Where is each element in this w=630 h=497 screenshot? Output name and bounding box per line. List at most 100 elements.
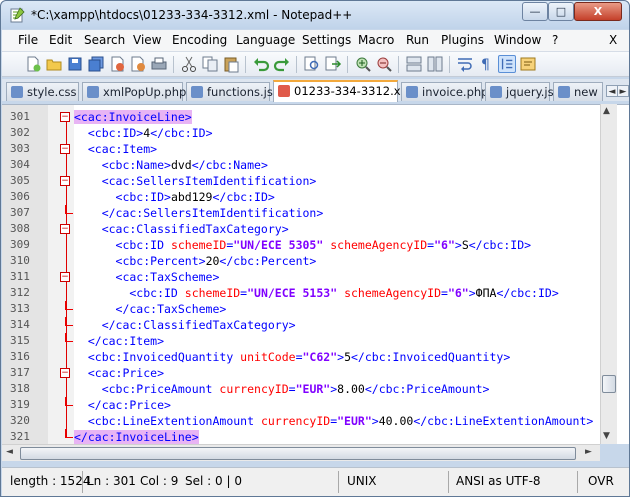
replace-icon[interactable]: [324, 55, 342, 73]
code-text: <cac:Price>: [74, 365, 164, 381]
tab-01233-334-3312-xml[interactable]: 01233-334-3312.xml: [273, 80, 415, 102]
menu-language[interactable]: Language: [236, 33, 295, 47]
scroll-right-arrow[interactable]: ►: [585, 447, 592, 457]
code-line[interactable]: 313 </cac:TaxScheme>: [2, 301, 602, 317]
code-line[interactable]: 309 <cbc:ID schemeID="UN/ECE 5305" schem…: [2, 237, 602, 253]
code-line[interactable]: 320 <cbc:LineExtentionAmount currencyID=…: [2, 413, 602, 429]
status-selection: Sel : 0 | 0: [185, 474, 242, 488]
menu-file[interactable]: File: [18, 33, 38, 47]
tab-jquery-js[interactable]: jquery.js: [485, 82, 554, 101]
code-line[interactable]: 303 − <cac:Item>: [2, 141, 602, 157]
menu-settings[interactable]: Settings: [302, 33, 351, 47]
indent-guide-icon[interactable]: [498, 55, 516, 73]
fold-collapse-icon[interactable]: −: [60, 368, 70, 378]
code-editor[interactable]: 301− <cac:InvoiceLine> 302 <cbc:ID>4</cbc:…: [2, 104, 629, 445]
scroll-left-arrow[interactable]: ◄: [6, 447, 13, 457]
paste-icon[interactable]: [222, 55, 240, 73]
fold-collapse-icon[interactable]: −: [60, 112, 70, 122]
horizontal-scrollbar[interactable]: ◄ ►: [2, 444, 600, 461]
save-all-icon[interactable]: [87, 55, 105, 73]
menu-help[interactable]: ?: [552, 33, 558, 47]
find-icon[interactable]: [303, 55, 321, 73]
status-line: Ln : 301: [87, 474, 136, 488]
open-icon[interactable]: [45, 55, 63, 73]
word-wrap-icon[interactable]: [456, 55, 474, 73]
redo-icon[interactable]: [273, 55, 291, 73]
menu-macro[interactable]: Macro: [358, 33, 394, 47]
cut-icon[interactable]: [180, 55, 198, 73]
code-line[interactable]: 304 <cbc:Name>dvd</cbc:Name>: [2, 157, 602, 173]
menu-run[interactable]: Run: [406, 33, 429, 47]
code-text: <cac:TaxScheme>: [74, 269, 220, 285]
menu-edit[interactable]: Edit: [49, 33, 72, 47]
minimize-button[interactable]: —: [522, 2, 548, 21]
code-line[interactable]: 308 − <cac:ClassifiedTaxCategory>: [2, 221, 602, 237]
code-line[interactable]: 318 <cbc:PriceAmount currencyID="EUR">8.…: [2, 381, 602, 397]
tab-functions-js[interactable]: functions.js: [186, 82, 273, 101]
menu-plugins[interactable]: Plugins: [441, 33, 484, 47]
close-window-button[interactable]: X: [574, 2, 622, 21]
menu-window[interactable]: Window: [494, 33, 541, 47]
status-column: Col : 9: [140, 474, 179, 488]
zoom-in-icon[interactable]: [354, 55, 372, 73]
code-line[interactable]: 311 − <cac:TaxScheme>: [2, 269, 602, 285]
fold-collapse-icon[interactable]: −: [60, 144, 70, 154]
menu-encoding[interactable]: Encoding: [172, 33, 227, 47]
code-line[interactable]: 317 − <cac:Price>: [2, 365, 602, 381]
vertical-scrollbar[interactable]: ▲ ▼: [600, 104, 617, 444]
code-line[interactable]: 306 <cbc:ID>abd129</cbc:ID>: [2, 189, 602, 205]
code-token: </cac:ClassifiedTaxCategory>: [74, 318, 296, 332]
close-all-icon[interactable]: [129, 55, 147, 73]
code-line[interactable]: 316 <cbc:InvoicedQuantity unitCode="C62"…: [2, 349, 602, 365]
doc-map-icon[interactable]: [519, 55, 537, 73]
tab-scroll-right-button[interactable]: ►: [617, 85, 629, 97]
status-insert-mode[interactable]: OVR: [588, 474, 614, 488]
code-line[interactable]: 315 </cac:Item>: [2, 333, 602, 349]
save-icon[interactable]: [66, 55, 84, 73]
menu-search[interactable]: Search: [84, 33, 125, 47]
new-icon[interactable]: [24, 55, 42, 73]
code-token: abd129: [170, 190, 213, 204]
code-line[interactable]: 301 − <cac:InvoiceLine>: [2, 109, 602, 125]
code-token: "UN/ECE 5153": [247, 286, 338, 300]
code-token: dvd: [170, 158, 192, 172]
line-number: 312: [10, 286, 30, 299]
horizontal-scroll-thumb[interactable]: [20, 447, 576, 460]
tab-xmlpopup-php[interactable]: xmlPopUp.php: [82, 82, 186, 101]
code-line[interactable]: 312 <cbc:ID schemeID = "UN/ECE 5153" schem…: [2, 285, 602, 301]
code-line[interactable]: 305 − <cac:SellersItemIdentification>: [2, 173, 602, 189]
title-bar[interactable]: *C:\xampp\htdocs\01233-334-3312.xml - No…: [1, 1, 629, 29]
sync-vertical-icon[interactable]: [405, 55, 423, 73]
status-eol[interactable]: UNIX: [347, 474, 377, 488]
fold-collapse-icon[interactable]: −: [60, 272, 70, 282]
code-line[interactable]: 310 <cbc:Percent>20</cbc:Percent>: [2, 253, 602, 269]
code-text: <cac:InvoiceLine>: [74, 109, 192, 125]
copy-icon[interactable]: [201, 55, 219, 73]
close-icon[interactable]: [108, 55, 126, 73]
zoom-out-icon[interactable]: [375, 55, 393, 73]
show-all-chars-icon[interactable]: ¶: [477, 55, 495, 73]
menu-view[interactable]: View: [133, 33, 161, 47]
code-line[interactable]: 302 <cbc:ID>4</cbc:ID>: [2, 125, 602, 141]
sync-horizontal-icon[interactable]: [426, 55, 444, 73]
fold-collapse-icon[interactable]: −: [60, 176, 70, 186]
scroll-up-arrow[interactable]: ▲: [603, 106, 610, 116]
undo-icon[interactable]: [252, 55, 270, 73]
file-icon: [406, 86, 418, 98]
code-line[interactable]: 314 </cac:ClassifiedTaxCategory>: [2, 317, 602, 333]
print-icon[interactable]: [150, 55, 168, 73]
tab-new-5[interactable]: new 5: [553, 82, 603, 101]
fold-collapse-icon[interactable]: −: [60, 224, 70, 234]
code-token: currencyID: [260, 414, 331, 428]
maximize-button[interactable]: □: [548, 2, 574, 21]
code-token: </cbc:LineExtentionAmount>: [413, 414, 594, 428]
close-document-button[interactable]: X: [609, 33, 617, 47]
tab-invoice-php[interactable]: invoice.php: [401, 82, 488, 101]
status-encoding[interactable]: ANSI as UTF-8: [456, 474, 541, 488]
tab-style-css[interactable]: style.css: [6, 82, 79, 101]
code-line[interactable]: 319 </cac:Price>: [2, 397, 602, 413]
scroll-down-arrow[interactable]: ▼: [603, 431, 610, 441]
vertical-scroll-thumb[interactable]: [602, 375, 616, 393]
code-line[interactable]: 307 </cac:SellersItemIdentification>: [2, 205, 602, 221]
code-line[interactable]: 321 </cac:InvoiceLine>: [2, 429, 602, 445]
